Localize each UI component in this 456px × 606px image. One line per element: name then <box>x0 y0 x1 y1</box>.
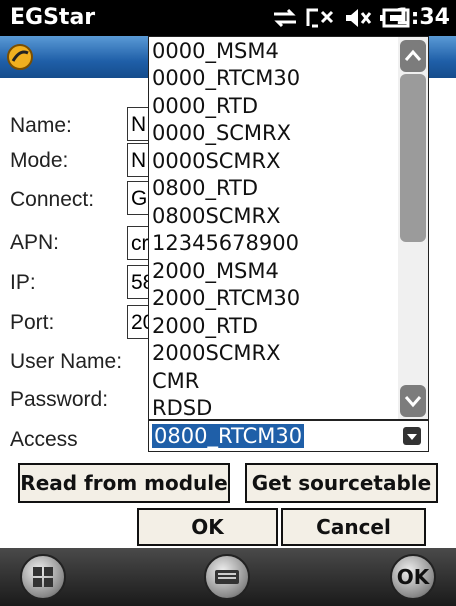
list-item[interactable]: 2000_RTCM30 <box>152 286 300 310</box>
list-item[interactable]: 2000_MSM4 <box>152 259 279 283</box>
dropdown-arrow-icon[interactable] <box>403 427 421 445</box>
ip-label: IP: <box>10 271 36 294</box>
name-label: Name: <box>10 114 72 137</box>
password-label: Password: <box>10 388 109 411</box>
list-item[interactable]: 2000_RTD <box>152 314 258 338</box>
app-title: EGStar <box>10 5 96 30</box>
connectivity-icon[interactable] <box>270 6 300 30</box>
list-item[interactable]: 0000_RTD <box>152 94 258 118</box>
cancel-button[interactable]: Cancel <box>281 508 426 546</box>
connect-label: Connect: <box>10 188 95 211</box>
access-dropdown-list[interactable]: 0000_MSM4 0000_RTCM30 0000_RTD 0000_SCMR… <box>148 36 429 420</box>
scroll-thumb[interactable] <box>400 74 426 242</box>
keyboard-icon <box>215 570 239 584</box>
taskbar-ok-button[interactable]: OK <box>390 554 436 600</box>
app-logo-icon[interactable] <box>6 43 34 71</box>
list-item[interactable]: 0000_MSM4 <box>152 39 279 63</box>
scroll-up-button[interactable] <box>400 40 426 72</box>
list-item[interactable]: 0800SCMRX <box>152 204 281 228</box>
access-label: Access <box>10 428 78 451</box>
no-signal-icon[interactable] <box>306 6 334 30</box>
start-button[interactable] <box>20 554 66 600</box>
ok-button[interactable]: OK <box>137 508 278 546</box>
user-name-label: User Name: <box>10 350 123 373</box>
windows-logo-icon <box>33 567 53 587</box>
access-selected-value: 0800_RTCM30 <box>152 424 305 448</box>
read-from-module-button[interactable]: Read from module <box>18 463 230 503</box>
list-item[interactable]: 12345678900 <box>152 231 299 255</box>
scroll-down-button[interactable] <box>400 385 426 417</box>
list-item[interactable]: 0000SCMRX <box>152 149 281 173</box>
get-sourcetable-button[interactable]: Get sourcetable <box>245 463 438 503</box>
keyboard-button[interactable] <box>204 554 250 600</box>
mode-label: Mode: <box>10 149 69 172</box>
list-item[interactable]: CMR <box>152 369 199 393</box>
list-item[interactable]: 0000_SCMRX <box>152 121 291 145</box>
chevron-up-icon <box>404 49 422 61</box>
list-item[interactable]: 0800_RTD <box>152 176 258 200</box>
clock[interactable]: 1:34 <box>395 5 450 30</box>
list-item[interactable]: 2000SCMRX <box>152 341 281 365</box>
list-item[interactable]: RDSD <box>152 396 212 419</box>
access-select[interactable]: 0800_RTCM30 <box>148 420 429 452</box>
list-item[interactable]: 0000_RTCM30 <box>152 66 300 90</box>
port-label: Port: <box>10 311 55 334</box>
status-bar: EGStar 1:34 <box>0 0 456 36</box>
chevron-down-icon <box>404 396 422 408</box>
apn-label: APN: <box>10 231 60 254</box>
volume-mute-icon[interactable] <box>344 6 372 30</box>
